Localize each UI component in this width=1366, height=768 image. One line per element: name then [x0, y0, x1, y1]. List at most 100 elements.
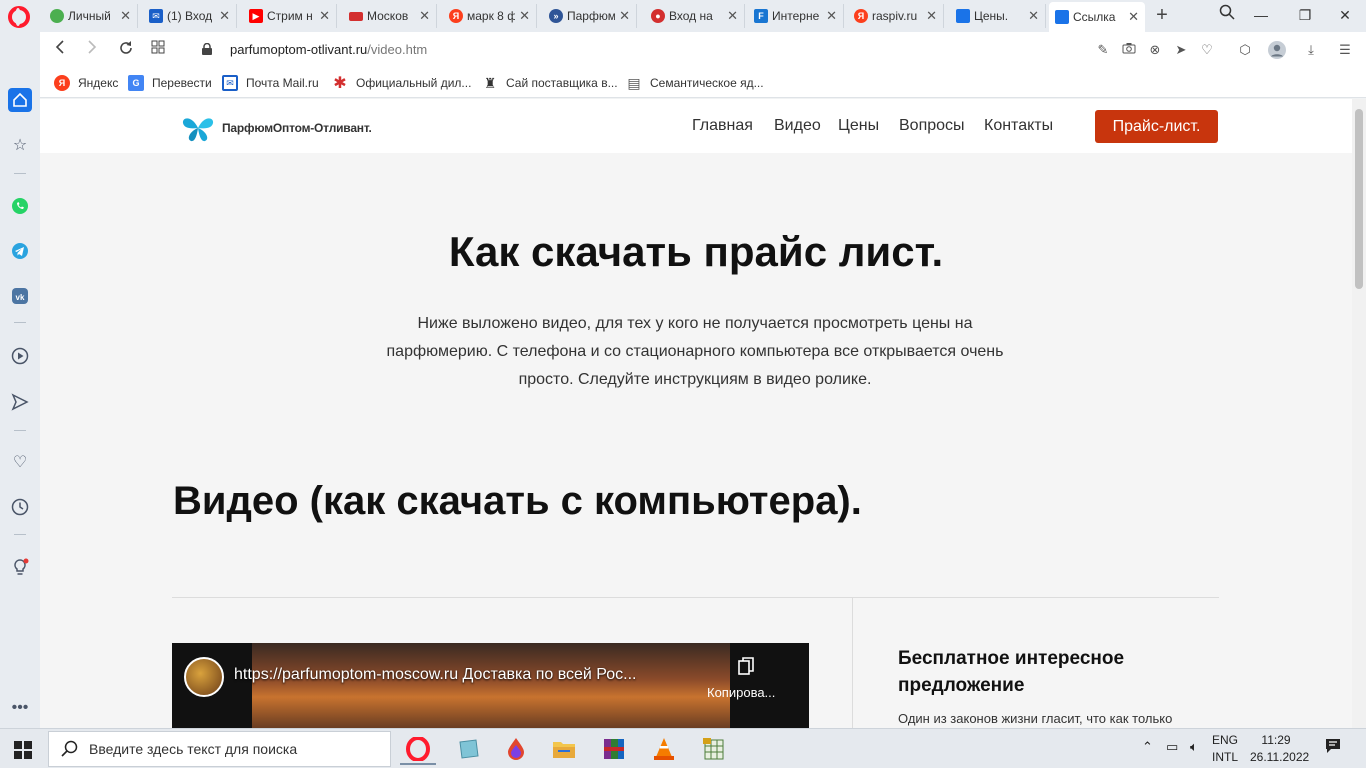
tab-youtube[interactable]: ▶ Стрим н ✕	[243, 4, 337, 28]
channel-avatar[interactable]	[184, 657, 224, 697]
vk-icon[interactable]: vk	[8, 284, 32, 308]
tab-raspiv[interactable]: Я raspiv.ru ✕	[848, 4, 944, 28]
taskbar-vlc[interactable]	[642, 733, 686, 765]
close-icon[interactable]: ✕	[727, 8, 738, 24]
player-icon[interactable]	[8, 344, 32, 368]
taskbar-clock[interactable]: 11:29 26.11.2022	[1250, 732, 1309, 766]
opera-logo-icon[interactable]	[8, 6, 30, 28]
tab-internet[interactable]: F Интерне ✕	[748, 4, 844, 28]
new-tab-plus-icon[interactable]: +	[1152, 4, 1172, 26]
search-tabs-icon[interactable]	[1212, 4, 1242, 26]
taskbar-search-box[interactable]: Введите здесь текст для поиска	[48, 731, 391, 767]
close-icon[interactable]: ✕	[619, 8, 630, 24]
document-icon: ▤	[627, 74, 641, 91]
url-field[interactable]: parfumoptom-otlivant.ru/video.htm	[230, 42, 427, 57]
tab-yandex-search[interactable]: Я марк 8 ф ✕	[443, 4, 537, 28]
close-icon[interactable]: ✕	[1028, 8, 1039, 24]
nav-contacts[interactable]: Контакты	[984, 117, 1053, 135]
close-icon[interactable]: ✕	[120, 8, 131, 24]
telegram-icon[interactable]	[8, 239, 32, 263]
camera-icon[interactable]	[1120, 41, 1138, 59]
forward-arrow-icon[interactable]	[82, 40, 102, 60]
youtube-video-embed[interactable]: https://parfumoptom-moscow.ru Доставка п…	[172, 643, 809, 728]
bookmark-translate[interactable]: G Перевести	[128, 75, 212, 91]
video-title-link[interactable]: https://parfumoptom-moscow.ru Доставка п…	[234, 666, 637, 684]
butterfly-logo-icon	[182, 118, 214, 142]
bookmark-mail[interactable]: ✉ Почта Mail.ru	[222, 75, 319, 91]
close-icon[interactable]: ✕	[419, 8, 430, 24]
lock-icon[interactable]	[202, 43, 212, 55]
reload-icon[interactable]	[116, 40, 136, 60]
heart-icon[interactable]: ♡	[1198, 41, 1216, 59]
tray-chevron-up-icon[interactable]: ⌃	[1142, 739, 1153, 755]
tabs-grid-icon[interactable]	[148, 40, 168, 60]
minimize-icon[interactable]: —	[1246, 4, 1276, 26]
tab-link-active[interactable]: Ссылка ✕	[1049, 2, 1145, 32]
section-divider	[172, 597, 1219, 598]
winrar-icon	[604, 739, 624, 759]
bookmark-supplier-site[interactable]: ♜ Сай поставщика в...	[482, 75, 618, 91]
tips-lightbulb-icon[interactable]	[8, 556, 32, 580]
download-icon[interactable]: ⤓	[1302, 41, 1320, 59]
mail-icon: ✉	[149, 9, 163, 23]
bookmark-yandex[interactable]: Я Яндекс	[54, 75, 118, 91]
close-icon[interactable]: ✕	[319, 8, 330, 24]
history-clock-icon[interactable]	[8, 495, 32, 519]
copy-link-label[interactable]: Копирова...	[707, 685, 775, 700]
taskbar-app-spreadsheet[interactable]	[692, 733, 736, 765]
taskbar-app-drop[interactable]	[494, 733, 538, 765]
tab-moscow[interactable]: Москов ✕	[343, 4, 437, 28]
close-icon[interactable]: ✕	[519, 8, 530, 24]
restore-icon[interactable]: ❐	[1290, 4, 1320, 26]
column-divider	[852, 597, 853, 728]
tab-prices[interactable]: Цены. ✕	[950, 4, 1046, 28]
taskbar-winrar[interactable]	[592, 733, 636, 765]
site-logo[interactable]: ПарфюмОптом-Отливант.	[180, 113, 372, 143]
taskbar-file-explorer[interactable]	[542, 733, 586, 765]
home-icon[interactable]	[8, 88, 32, 112]
close-icon[interactable]: ✕	[926, 8, 937, 24]
nav-prices[interactable]: Цены	[838, 117, 879, 135]
page-scrollbar[interactable]	[1352, 99, 1366, 728]
profile-avatar-icon[interactable]	[1268, 41, 1286, 59]
nav-video[interactable]: Видео	[774, 117, 821, 135]
scrollbar-thumb[interactable]	[1355, 109, 1363, 289]
menu-settings-icon[interactable]: ☰	[1336, 41, 1354, 59]
flow-send-icon[interactable]	[8, 390, 32, 414]
bookmark-official-dealer[interactable]: ✱ Официальный дил...	[332, 75, 471, 92]
input-language[interactable]: ENG INTL	[1212, 732, 1238, 766]
page-icon	[1055, 10, 1069, 24]
more-dots-icon[interactable]: •••	[8, 696, 32, 720]
bookmark-semantic[interactable]: ▤ Семантическое яд...	[626, 74, 763, 91]
taskbar-opera[interactable]	[396, 733, 440, 765]
tab-label: Личный	[68, 9, 111, 23]
close-window-icon[interactable]: ✕	[1330, 4, 1360, 26]
price-list-button[interactable]: Прайс-лист.	[1095, 110, 1218, 143]
tab-lichny[interactable]: Личный ✕	[44, 4, 138, 28]
edit-icon[interactable]: ✎	[1094, 41, 1112, 59]
close-icon[interactable]: ✕	[219, 8, 230, 24]
windows-start-icon[interactable]	[14, 741, 32, 759]
volume-icon[interactable]: 🔈︎	[1190, 739, 1198, 755]
notifications-icon[interactable]	[1324, 737, 1342, 758]
network-icon[interactable]: ▭	[1166, 739, 1178, 755]
whatsapp-icon[interactable]	[8, 194, 32, 218]
nav-questions[interactable]: Вопросы	[899, 117, 965, 135]
close-icon[interactable]: ✕	[1128, 9, 1139, 25]
tab-mail-inbox[interactable]: ✉ (1) Вход ✕	[143, 4, 237, 28]
favorites-heart-icon[interactable]: ♡	[8, 450, 32, 474]
send-icon[interactable]: ➤	[1172, 41, 1190, 59]
adblock-icon[interactable]: ⊗	[1146, 41, 1164, 59]
page-intro-text: Ниже выложено видео, для тех у кого не п…	[386, 315, 1004, 388]
tab-parfum[interactable]: » Парфюм ✕	[543, 4, 637, 28]
close-icon[interactable]: ✕	[826, 8, 837, 24]
bookmarks-star-icon[interactable]: ☆	[8, 133, 32, 157]
vlc-cone-icon	[654, 738, 674, 760]
copy-link-icon[interactable]	[738, 657, 754, 675]
sidebar-divider	[14, 534, 26, 535]
back-arrow-icon[interactable]	[50, 40, 70, 60]
nav-home[interactable]: Главная	[692, 117, 753, 135]
taskbar-app-tablet[interactable]	[446, 733, 490, 765]
tab-login[interactable]: ● Вход на ✕	[645, 4, 745, 28]
cube-icon[interactable]: ⬡	[1236, 41, 1254, 59]
